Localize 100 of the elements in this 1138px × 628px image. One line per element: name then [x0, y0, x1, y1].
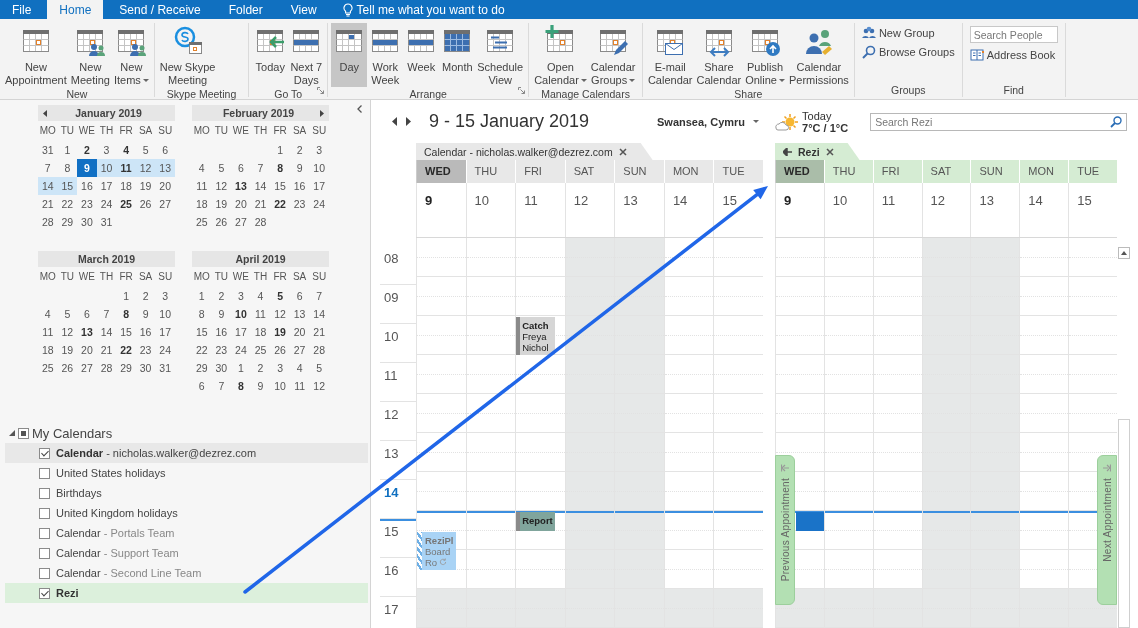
calendar-day[interactable]: 23	[289, 195, 310, 213]
day-header[interactable]: SAT	[564, 160, 615, 183]
calendar-day[interactable]: 7	[211, 377, 232, 395]
calendar-day[interactable]: 10	[270, 377, 290, 395]
day-header[interactable]: FRI	[872, 160, 922, 183]
calendar-day[interactable]: 15	[192, 323, 212, 341]
calendar-day[interactable]: 1	[231, 359, 251, 377]
calendar-day[interactable]: 6	[155, 141, 175, 159]
calendar-day[interactable]: 10	[96, 159, 117, 177]
calendar-list-item[interactable]: Calendar - Second Line Team	[5, 563, 368, 583]
calendar-day[interactable]: 12	[309, 377, 329, 395]
calendar-day[interactable]: 10	[155, 305, 175, 323]
calendar-day[interactable]: 13	[231, 177, 251, 195]
calendar-day[interactable]: 12	[270, 305, 290, 323]
ribbon-button[interactable]: Browse Groups	[861, 45, 955, 59]
location-label[interactable]: Swansea, Cymru	[657, 115, 746, 128]
calendar-day[interactable]: 12	[57, 323, 78, 341]
calendar-day[interactable]: 16	[211, 323, 232, 341]
calendar-day[interactable]: 1	[270, 141, 290, 159]
calendar-day[interactable]: 11	[116, 159, 136, 177]
checkbox[interactable]	[39, 507, 50, 519]
ribbon-button[interactable]: Schedule View	[475, 23, 526, 87]
calendar-day[interactable]: 3	[270, 359, 290, 377]
checkbox[interactable]	[39, 467, 50, 479]
checkbox[interactable]	[39, 587, 50, 599]
calendar-list-item[interactable]: Birthdays	[5, 483, 368, 503]
ribbon-button[interactable]: New Skype Meeting	[157, 23, 218, 87]
time-grid[interactable]: ReziPl Board Ro Catch Freya Nichol Report	[416, 238, 763, 628]
calendar-day[interactable]: 5	[135, 141, 156, 159]
next-appointment-button[interactable]: Next Appointment	[1097, 455, 1117, 605]
calendar-day[interactable]: 23	[135, 341, 156, 359]
day-header[interactable]: SAT	[921, 160, 971, 183]
calendar-day[interactable]: 5	[270, 287, 290, 305]
calendar-day[interactable]: 1	[192, 287, 212, 305]
calendar-day[interactable]: 1	[116, 287, 136, 305]
day-header[interactable]: TUE	[1068, 160, 1117, 183]
calendar-day[interactable]: 22	[192, 341, 212, 359]
ribbon-button[interactable]: Address Book	[969, 48, 1058, 62]
calendar-day[interactable]: 17	[96, 177, 117, 195]
close-icon[interactable]	[825, 147, 834, 156]
calendar-day[interactable]: 4	[192, 159, 212, 177]
close-icon[interactable]	[618, 147, 627, 156]
calendar-day[interactable]: 25	[192, 213, 212, 231]
calendar-day[interactable]: 23	[211, 341, 232, 359]
calendar-day[interactable]: 9	[211, 305, 232, 323]
calendar-day[interactable]: 14	[309, 305, 329, 323]
calendar-day[interactable]: 28	[250, 213, 271, 231]
calendar-day[interactable]: 6	[77, 305, 97, 323]
appointment[interactable]: Catch Freya Nichol	[516, 317, 555, 355]
appointment[interactable]: Report	[516, 512, 555, 531]
ribbon-button[interactable]: Next 7 Days	[288, 23, 325, 87]
calendar-day[interactable]: 16	[135, 323, 156, 341]
checkbox[interactable]	[39, 547, 50, 559]
calendar-day[interactable]: 28	[38, 213, 58, 231]
day-header[interactable]: FRI	[515, 160, 565, 183]
calendar-day[interactable]: 7	[309, 287, 329, 305]
caret-down-icon[interactable]	[753, 120, 760, 123]
calendar-day[interactable]: 2	[250, 359, 271, 377]
calendar-day[interactable]: 13	[77, 323, 97, 341]
ribbon-button[interactable]: Week	[403, 23, 440, 87]
calendar-day[interactable]: 13	[155, 159, 175, 177]
calendar-day[interactable]: 31	[38, 141, 58, 159]
calendar-day[interactable]: 20	[289, 323, 310, 341]
calendar-day[interactable]: 31	[155, 359, 175, 377]
calendar-day[interactable]: 19	[57, 341, 78, 359]
calendar-day[interactable]: 26	[135, 195, 156, 213]
calendar-day[interactable]: 29	[116, 359, 136, 377]
calendar-day[interactable]: 8	[57, 159, 78, 177]
calendar-day[interactable]: 15	[270, 177, 290, 195]
calendar-day[interactable]: 7	[250, 159, 271, 177]
ribbon-button[interactable]: New Group	[861, 26, 955, 40]
calendar-day[interactable]: 30	[135, 359, 156, 377]
calendar-day[interactable]: 27	[231, 213, 251, 231]
calendar-day[interactable]: 24	[309, 195, 329, 213]
calendar-day[interactable]: 14	[96, 323, 117, 341]
calendar-day[interactable]: 9	[135, 305, 156, 323]
day-header[interactable]: SUN	[614, 160, 664, 183]
calendar-day[interactable]: 4	[250, 287, 271, 305]
calendar-day[interactable]: 6	[231, 159, 251, 177]
ribbon-button[interactable]: Calendar Permissions	[786, 23, 851, 87]
calendar-day[interactable]: 24	[96, 195, 117, 213]
calendar-day[interactable]: 11	[192, 177, 212, 195]
ribbon-tab[interactable]: File	[0, 0, 44, 19]
calendar-day[interactable]: 9	[289, 159, 310, 177]
calendar-day[interactable]: 21	[38, 195, 58, 213]
calendar-day[interactable]: 2	[289, 141, 310, 159]
calendar-day[interactable]: 2	[135, 287, 156, 305]
day-header[interactable]: WED	[775, 160, 824, 183]
day-header[interactable]: MON	[1019, 160, 1069, 183]
calendar-day[interactable]: 19	[211, 195, 232, 213]
calendar-day[interactable]: 24	[231, 341, 251, 359]
calendar-day[interactable]: 3	[96, 141, 117, 159]
ribbon-tab[interactable]: Home	[47, 0, 104, 19]
calendar-day[interactable]: 22	[270, 195, 290, 213]
calendar-day[interactable]: 29	[192, 359, 212, 377]
calendar-day[interactable]: 1	[57, 141, 78, 159]
calendar-day[interactable]: 28	[309, 341, 329, 359]
calendar-day[interactable]: 6	[289, 287, 310, 305]
calendar-day[interactable]: 3	[309, 141, 329, 159]
caret-right-icon[interactable]	[406, 117, 411, 126]
